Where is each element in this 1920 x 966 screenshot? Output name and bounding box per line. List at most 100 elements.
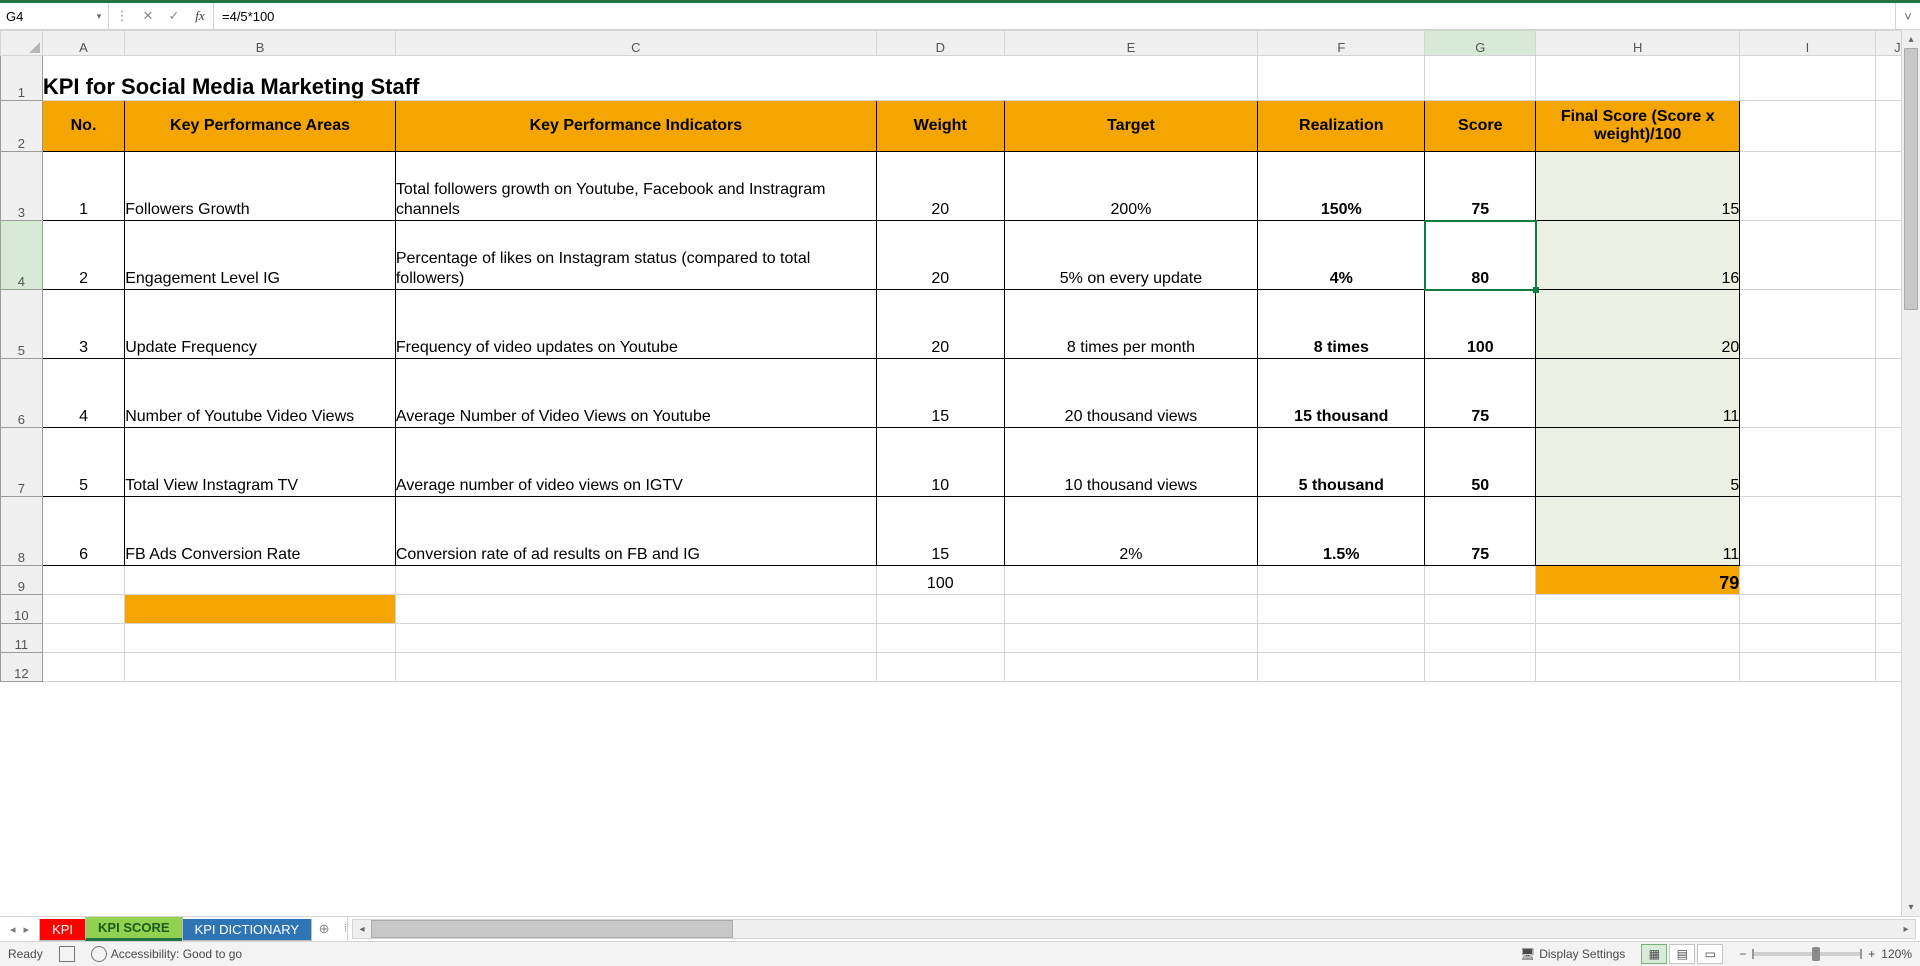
- vertical-scrollbar[interactable]: ▴ ▾: [1901, 30, 1920, 916]
- cancel-icon[interactable]: ✕: [135, 8, 161, 24]
- th-target[interactable]: Target: [1004, 101, 1257, 152]
- zoom-out-icon[interactable]: −: [1739, 947, 1746, 961]
- cell-realization[interactable]: 8 times: [1258, 290, 1425, 359]
- cell-target[interactable]: 10 thousand views: [1004, 428, 1257, 497]
- cell-final[interactable]: 11: [1536, 359, 1740, 428]
- row-header[interactable]: 8: [1, 497, 43, 566]
- sheet-tab-kpi-dictionary[interactable]: KPI DICTIONARY: [182, 919, 313, 941]
- cell-indicator[interactable]: Percentage of likes on Instagram status …: [395, 221, 876, 290]
- cell-target[interactable]: 5% on every update: [1004, 221, 1257, 290]
- zoom-knob[interactable]: [1812, 947, 1820, 961]
- cell-no[interactable]: 5: [42, 428, 124, 497]
- cell-target[interactable]: 200%: [1004, 152, 1257, 221]
- cell-weight[interactable]: 20: [876, 221, 1004, 290]
- total-final[interactable]: 79: [1536, 566, 1740, 595]
- zoom-value[interactable]: 120%: [1881, 947, 1912, 961]
- scroll-track[interactable]: [371, 920, 1897, 938]
- cell-score[interactable]: 80: [1425, 221, 1536, 290]
- cell-final[interactable]: 11: [1536, 497, 1740, 566]
- cell-final[interactable]: 15: [1536, 152, 1740, 221]
- confirm-icon[interactable]: ✓: [161, 8, 187, 24]
- tab-prev-icon[interactable]: ◂: [10, 923, 16, 936]
- name-box-dropdown-icon[interactable]: ▾: [90, 11, 108, 22]
- formula-input[interactable]: =4/5*100: [214, 3, 1895, 29]
- cell-realization[interactable]: 15 thousand: [1258, 359, 1425, 428]
- col-header[interactable]: H: [1536, 31, 1740, 56]
- cell-indicator[interactable]: Total followers growth on Youtube, Faceb…: [395, 152, 876, 221]
- new-sheet-icon[interactable]: ⊕: [311, 921, 337, 937]
- cell-no[interactable]: 6: [42, 497, 124, 566]
- cell-area[interactable]: FB Ads Conversion Rate: [125, 497, 396, 566]
- cell-weight[interactable]: 20: [876, 152, 1004, 221]
- grid-scroll[interactable]: A B C D E F G H I J 1: [0, 30, 1920, 916]
- scroll-up-icon[interactable]: ▴: [1902, 30, 1920, 48]
- view-normal-icon[interactable]: ▦: [1641, 944, 1667, 964]
- cell-score[interactable]: 75: [1425, 152, 1536, 221]
- cell-target[interactable]: 8 times per month: [1004, 290, 1257, 359]
- col-header[interactable]: I: [1740, 31, 1875, 56]
- scroll-thumb[interactable]: [371, 920, 733, 938]
- row-header[interactable]: 6: [1, 359, 43, 428]
- cell-area[interactable]: Total View Instagram TV: [125, 428, 396, 497]
- display-settings-button[interactable]: 🖥 Display Settings: [1520, 947, 1625, 961]
- th-area[interactable]: Key Performance Areas: [125, 101, 396, 152]
- tab-split-handle-icon[interactable]: ⁞: [344, 924, 347, 935]
- th-realization[interactable]: Realization: [1258, 101, 1425, 152]
- col-header[interactable]: F: [1258, 31, 1425, 56]
- cell-weight[interactable]: 15: [876, 497, 1004, 566]
- cell-area[interactable]: Followers Growth: [125, 152, 396, 221]
- view-page-break-icon[interactable]: ▭: [1697, 944, 1723, 964]
- zoom-slider[interactable]: [1752, 952, 1862, 956]
- th-final[interactable]: Final Score (Score x weight)/100: [1536, 101, 1740, 152]
- col-header[interactable]: E: [1004, 31, 1257, 56]
- total-weight[interactable]: 100: [876, 566, 1004, 595]
- row-header[interactable]: 1: [1, 56, 43, 101]
- col-header[interactable]: D: [876, 31, 1004, 56]
- cell-target[interactable]: 2%: [1004, 497, 1257, 566]
- cell-indicator[interactable]: Conversion rate of ad results on FB and …: [395, 497, 876, 566]
- cell-area[interactable]: Number of Youtube Video Views: [125, 359, 396, 428]
- cell-area[interactable]: Update Frequency: [125, 290, 396, 359]
- cell-score[interactable]: 75: [1425, 497, 1536, 566]
- scroll-right-icon[interactable]: ▸: [1897, 924, 1915, 935]
- accessibility-status[interactable]: Accessibility: Good to go: [91, 946, 242, 962]
- cell-score[interactable]: 75: [1425, 359, 1536, 428]
- cell-realization[interactable]: 150%: [1258, 152, 1425, 221]
- col-header[interactable]: B: [125, 31, 396, 56]
- cell-indicator[interactable]: Average number of video views on IGTV: [395, 428, 876, 497]
- scroll-left-icon[interactable]: ◂: [353, 924, 371, 935]
- row-header[interactable]: 3: [1, 152, 43, 221]
- row-header[interactable]: 5: [1, 290, 43, 359]
- row-header[interactable]: 9: [1, 566, 43, 595]
- cell-weight[interactable]: 10: [876, 428, 1004, 497]
- col-header[interactable]: G: [1425, 31, 1536, 56]
- row-header[interactable]: 2: [1, 101, 43, 152]
- cell-score[interactable]: 100: [1425, 290, 1536, 359]
- scroll-thumb[interactable]: [1904, 48, 1918, 310]
- view-page-layout-icon[interactable]: ▤: [1669, 944, 1695, 964]
- tab-next-icon[interactable]: ▸: [24, 923, 30, 936]
- cell-no[interactable]: 2: [42, 221, 124, 290]
- fx-icon[interactable]: fx: [187, 8, 213, 24]
- cell-weight[interactable]: 15: [876, 359, 1004, 428]
- spreadsheet-grid[interactable]: A B C D E F G H I J 1: [0, 30, 1920, 682]
- th-score[interactable]: Score: [1425, 101, 1536, 152]
- col-header[interactable]: A: [42, 31, 124, 56]
- macro-record-icon[interactable]: [59, 946, 75, 962]
- name-box-input[interactable]: [0, 9, 90, 24]
- sheet-tab-kpi[interactable]: KPI: [39, 919, 86, 941]
- orange-cell[interactable]: [125, 595, 396, 624]
- cell-target[interactable]: 20 thousand views: [1004, 359, 1257, 428]
- cell-area[interactable]: Engagement Level IG: [125, 221, 396, 290]
- col-header[interactable]: C: [395, 31, 876, 56]
- th-no[interactable]: No.: [42, 101, 124, 152]
- cell-realization[interactable]: 5 thousand: [1258, 428, 1425, 497]
- cell-realization[interactable]: 1.5%: [1258, 497, 1425, 566]
- th-indicator[interactable]: Key Performance Indicators: [395, 101, 876, 152]
- row-header[interactable]: 12: [1, 653, 43, 682]
- row-header[interactable]: 10: [1, 595, 43, 624]
- cell-no[interactable]: 3: [42, 290, 124, 359]
- cell-no[interactable]: 4: [42, 359, 124, 428]
- row-header[interactable]: 4: [1, 221, 43, 290]
- row-header[interactable]: 7: [1, 428, 43, 497]
